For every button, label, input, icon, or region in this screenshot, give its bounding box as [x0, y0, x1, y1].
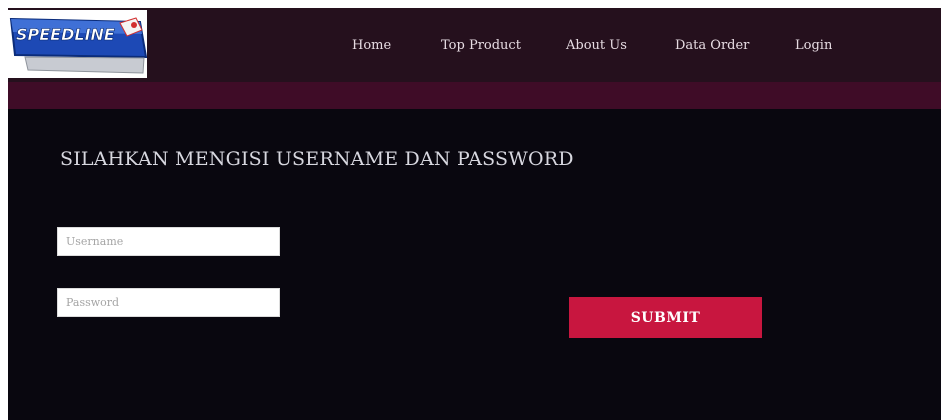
submit-button[interactable]: SUBMIT: [569, 297, 762, 338]
nav-about-us[interactable]: About Us: [566, 38, 627, 53]
logo-text: SPEEDLINE: [16, 25, 115, 44]
header-accent-bar: [8, 82, 941, 109]
app-frame: SPEEDLINE Home Top Product About Us Data…: [8, 8, 941, 420]
page-title: SILAHKAN MENGISI USERNAME DAN PASSWORD: [60, 148, 574, 170]
page: SPEEDLINE Home Top Product About Us Data…: [0, 0, 941, 420]
logo[interactable]: SPEEDLINE: [8, 10, 147, 78]
password-input[interactable]: [57, 288, 280, 317]
nav-top-product[interactable]: Top Product: [441, 38, 521, 53]
nav-data-order[interactable]: Data Order: [675, 38, 749, 53]
nav-home[interactable]: Home: [352, 38, 391, 53]
login-section: SILAHKAN MENGISI USERNAME DAN PASSWORD S…: [8, 109, 941, 420]
username-input[interactable]: [57, 227, 280, 256]
logo-graphic: SPEEDLINE: [8, 10, 147, 78]
site-header: SPEEDLINE Home Top Product About Us Data…: [8, 8, 941, 82]
nav-login[interactable]: Login: [795, 38, 832, 53]
